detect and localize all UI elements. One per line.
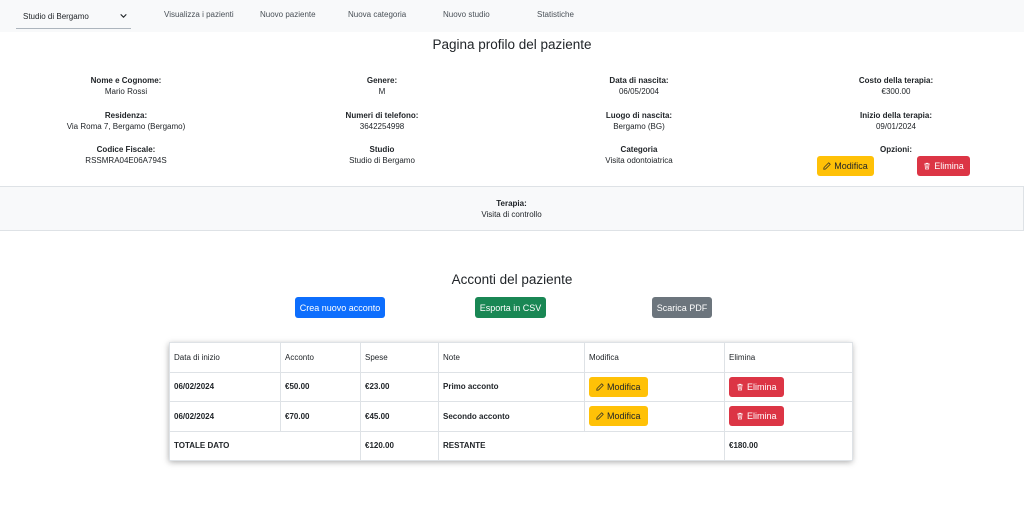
navbar: Studio di Bergamo Visualizza i pazienti … [0, 0, 1024, 32]
trash-icon [924, 162, 930, 170]
birthplace-value: Bergamo (BG) [613, 122, 665, 131]
studio-select-value: Studio di Bergamo [23, 12, 89, 21]
therapy-box: Terapia: Visita di controllo [0, 186, 1024, 231]
download-pdf-button[interactable]: Scarica PDF [652, 297, 712, 318]
header-account: Acconto [280, 342, 361, 373]
edit-patient-label: Modifica [834, 161, 868, 171]
residence-label: Residenza: [104, 111, 148, 120]
name-value: Mario Rossi [104, 87, 148, 96]
row-date: 06/02/2024 [169, 401, 281, 432]
total-expenses: €120.00 [360, 430, 439, 461]
table-total-row: TOTALE DATO €120.00 RESTANTE €180.00 [169, 430, 853, 461]
pencil-icon [596, 412, 604, 420]
phone-value: 3642254998 [359, 122, 405, 131]
header-start-date: Data di inizio [169, 342, 281, 373]
category-value: Visita odontoiatrica [605, 156, 673, 165]
pencil-icon [823, 162, 831, 170]
fiscal-value: RSSMRA04E06A794S [85, 156, 167, 165]
info-cost: Costo della terapia: €300.00 [786, 76, 1006, 96]
birthdate-value: 06/05/2004 [618, 87, 660, 96]
row-expenses: €23.00 [360, 371, 439, 402]
therapy-value: Visita di controllo [481, 210, 542, 219]
delete-patient-label: Elimina [934, 161, 964, 171]
cost-label: Costo della terapia: [858, 76, 934, 85]
delete-account-button[interactable]: Elimina [729, 376, 784, 397]
info-birthplace: Luogo di nascita: Bergamo (BG) [529, 111, 749, 131]
row-note: Secondo acconto [438, 401, 585, 432]
accounts-title: Acconti del paziente [451, 272, 573, 287]
studio-value: Studio di Bergamo [349, 156, 415, 165]
row-expenses: €45.00 [360, 401, 439, 432]
nav-link-new-studio[interactable]: Nuovo studio [443, 10, 490, 19]
row-delete-cell: Elimina [724, 401, 853, 432]
edit-account-label: Modifica [607, 411, 641, 422]
cost-value: €300.00 [881, 87, 911, 96]
info-residence: Residenza: Via Roma 7, Bergamo (Bergamo) [16, 111, 236, 131]
header-expenses: Spese [360, 342, 439, 373]
nav-link-patients[interactable]: Visualizza i pazienti [164, 10, 234, 19]
info-birthdate: Data di nascita: 06/05/2004 [529, 76, 749, 96]
info-category: Categoria Visita odontoiatrica [529, 145, 749, 165]
row-delete-cell: Elimina [724, 371, 853, 402]
info-name: Nome e Cognome: Mario Rossi [16, 76, 236, 96]
studio-select[interactable]: Studio di Bergamo [16, 5, 131, 29]
nav-link-statistics[interactable]: Statistiche [537, 10, 574, 19]
accounts-table: Data di inizio Acconto Spese Note Modifi… [169, 342, 853, 461]
residence-value: Via Roma 7, Bergamo (Bergamo) [66, 122, 186, 131]
info-studio: Studio Studio di Bergamo [272, 145, 492, 165]
info-fiscal: Codice Fiscale: RSSMRA04E06A794S [16, 145, 236, 165]
studio-label: Studio [369, 145, 395, 154]
info-options: Opzioni: [786, 145, 1006, 154]
row-amount: €70.00 [280, 401, 361, 432]
header-edit: Modifica [584, 342, 725, 373]
birthdate-label: Data di nascita: [609, 76, 669, 85]
birthplace-label: Luogo di nascita: [605, 111, 673, 120]
edit-account-button[interactable]: Modifica [589, 406, 648, 427]
phone-label: Numeri di telefono: [345, 111, 419, 120]
trash-icon [737, 413, 743, 420]
new-account-button[interactable]: Crea nuovo acconto [295, 297, 385, 318]
edit-patient-button[interactable]: Modifica [817, 156, 874, 176]
gender-label: Genere: [366, 76, 398, 85]
therapy-label: Terapia: [496, 199, 527, 208]
options-label: Opzioni: [880, 145, 912, 154]
nav-link-new-category[interactable]: Nuova categoria [348, 10, 406, 19]
header-notes: Note [438, 342, 585, 373]
start-label: Inizio della terapia: [859, 111, 932, 120]
page-title: Pagina profilo del paziente [432, 37, 592, 52]
remaining-value: €180.00 [724, 430, 853, 461]
delete-patient-button[interactable]: Elimina [917, 156, 970, 176]
edit-account-button[interactable]: Modifica [589, 376, 648, 397]
category-label: Categoria [620, 145, 658, 154]
table-row: 06/02/2024 €70.00 €45.00 Secondo acconto… [169, 401, 853, 432]
table-header-row: Data di inizio Acconto Spese Note Modifi… [169, 342, 853, 373]
chevron-down-icon [120, 13, 127, 18]
gender-value: M [378, 87, 386, 96]
row-amount: €50.00 [280, 371, 361, 402]
header-delete: Elimina [724, 342, 853, 373]
trash-icon [737, 383, 743, 391]
edit-account-label: Modifica [607, 381, 641, 392]
row-edit-cell: Modifica [584, 371, 725, 402]
info-gender: Genere: M [272, 76, 492, 96]
row-note: Primo acconto [438, 371, 585, 402]
total-label: TOTALE DATO [169, 430, 361, 461]
info-phone: Numeri di telefono: 3642254998 [272, 111, 492, 131]
export-csv-button[interactable]: Esporta in CSV [475, 297, 546, 318]
info-start: Inizio della terapia: 09/01/2024 [786, 111, 1006, 131]
fiscal-label: Codice Fiscale: [96, 145, 156, 154]
start-value: 09/01/2024 [875, 122, 917, 131]
row-date: 06/02/2024 [169, 371, 281, 402]
table-row: 06/02/2024 €50.00 €23.00 Primo acconto M… [169, 371, 853, 402]
name-label: Nome e Cognome: [90, 76, 162, 85]
delete-account-label: Elimina [747, 381, 777, 392]
row-edit-cell: Modifica [584, 401, 725, 432]
delete-account-button[interactable]: Elimina [729, 406, 784, 427]
nav-link-new-patient[interactable]: Nuovo paziente [260, 10, 316, 19]
remaining-label: RESTANTE [438, 430, 725, 461]
delete-account-label: Elimina [747, 411, 777, 422]
pencil-icon [596, 383, 604, 391]
